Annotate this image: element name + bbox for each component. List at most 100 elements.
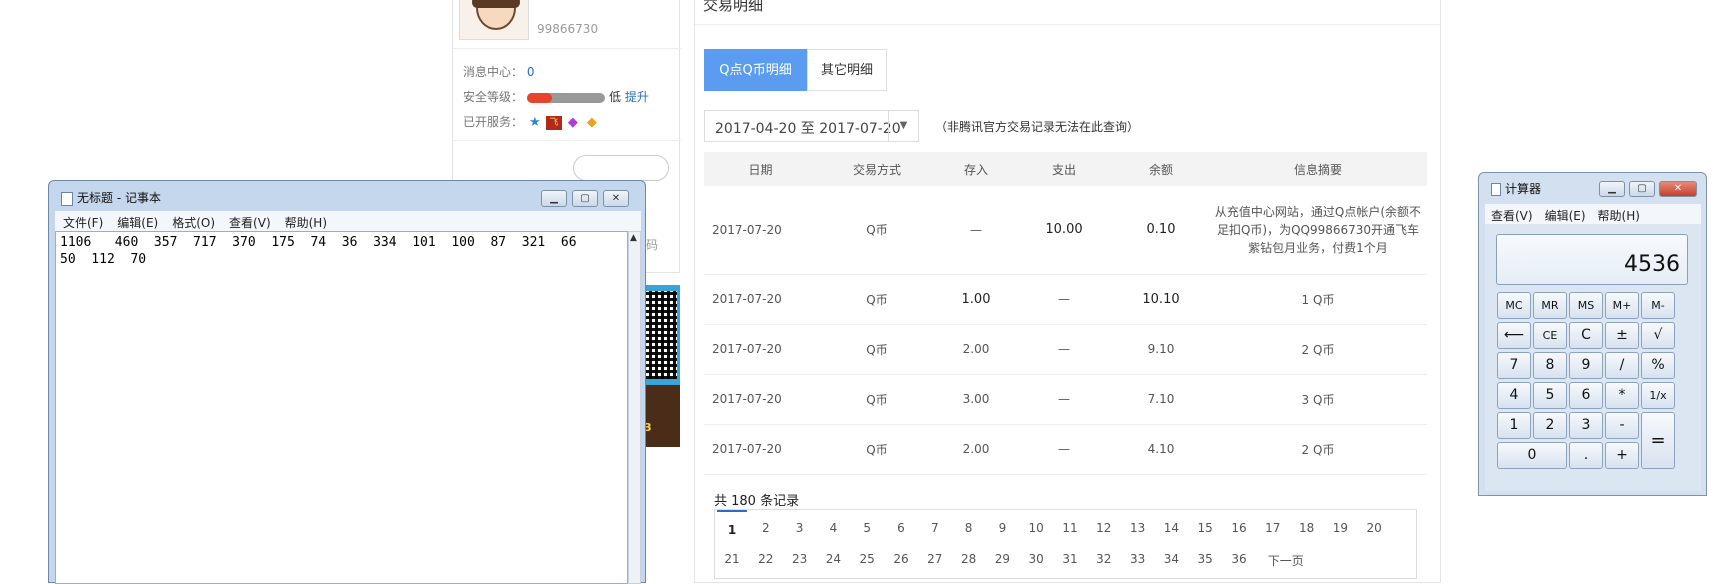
key-add[interactable]: + — [1605, 442, 1639, 469]
page-link-31[interactable]: 31 — [1055, 552, 1085, 566]
page-link-14[interactable]: 14 — [1156, 510, 1186, 535]
page-link-30[interactable]: 30 — [1021, 552, 1051, 566]
menu-format[interactable]: 格式(O) — [164, 211, 221, 231]
key-9[interactable]: 9 — [1569, 352, 1603, 379]
page-link-24[interactable]: 24 — [818, 552, 848, 566]
page-link-5[interactable]: 5 — [852, 510, 882, 535]
page-link-11[interactable]: 11 — [1055, 510, 1085, 535]
page-link-20[interactable]: 20 — [1359, 510, 1389, 535]
scroll-up-icon[interactable]: ▲ — [630, 233, 637, 243]
next-page-link[interactable]: 下一页 — [1264, 552, 1308, 569]
page-link-27[interactable]: 27 — [920, 552, 950, 566]
key-clear[interactable]: C — [1569, 322, 1603, 349]
page-link-12[interactable]: 12 — [1089, 510, 1119, 535]
page-link-3[interactable]: 3 — [785, 510, 815, 535]
key-ms[interactable]: MS — [1569, 292, 1603, 319]
minimize-icon[interactable]: ▁ — [541, 190, 567, 207]
chevron-down-icon[interactable]: ▼ — [888, 111, 918, 141]
page-link-32[interactable]: 32 — [1089, 552, 1119, 566]
key-divide[interactable]: / — [1605, 352, 1639, 379]
key-percent[interactable]: % — [1641, 352, 1675, 379]
page-link-19[interactable]: 19 — [1325, 510, 1355, 535]
key-1[interactable]: 1 — [1497, 412, 1531, 439]
key-reciprocal[interactable]: 1/x — [1641, 382, 1675, 409]
minimize-icon[interactable]: ▁ — [1599, 181, 1625, 197]
key-negate[interactable]: ± — [1605, 322, 1639, 349]
key-6[interactable]: 6 — [1569, 382, 1603, 409]
key-mr[interactable]: MR — [1533, 292, 1567, 319]
racing-car-icon[interactable]: 飞 — [545, 115, 562, 130]
security-improve-link[interactable]: 提升 — [625, 90, 649, 104]
yellow-diamond-icon[interactable]: ◆ — [584, 115, 600, 130]
key-7[interactable]: 7 — [1497, 352, 1531, 379]
avatar[interactable] — [459, 0, 529, 40]
menu-view[interactable]: 查看(V) — [1485, 204, 1539, 224]
key-4[interactable]: 4 — [1497, 382, 1531, 409]
menu-view[interactable]: 查看(V) — [221, 211, 277, 231]
page-link-23[interactable]: 23 — [785, 552, 815, 566]
page-link-2[interactable]: 2 — [751, 510, 781, 535]
page-link-1[interactable]: 1 — [717, 510, 747, 537]
key-equals[interactable]: = — [1641, 412, 1675, 469]
page-link-33[interactable]: 33 — [1123, 552, 1153, 566]
page-link-26[interactable]: 26 — [886, 552, 916, 566]
notepad-titlebar[interactable]: 无标题 - 记事本 — [61, 189, 161, 206]
qr-code-ad[interactable]: 3 — [640, 285, 680, 447]
page-link-18[interactable]: 18 — [1292, 510, 1322, 535]
menu-edit[interactable]: 编辑(E) — [1539, 204, 1592, 224]
purple-diamond-icon[interactable]: ◆ — [565, 115, 581, 130]
date-range-select[interactable]: 2017-04-20 至 2017-07-20 ▼ — [704, 110, 919, 142]
page-link-36[interactable]: 36 — [1224, 552, 1254, 566]
page-link-4[interactable]: 4 — [818, 510, 848, 535]
notepad-text-area[interactable]: 1106 460 357 717 370 175 74 36 334 101 1… — [55, 231, 628, 584]
profile-action-button[interactable] — [573, 155, 669, 181]
key-8[interactable]: 8 — [1533, 352, 1567, 379]
key-mc[interactable]: MC — [1497, 292, 1531, 319]
page-link-16[interactable]: 16 — [1224, 510, 1254, 535]
column-header: 余额 — [1113, 152, 1209, 186]
vertical-scrollbar[interactable]: ▲ — [628, 231, 641, 584]
page-link-35[interactable]: 35 — [1190, 552, 1220, 566]
message-count-link[interactable]: 0 — [527, 65, 535, 79]
key-m-plus[interactable]: M+ — [1605, 292, 1639, 319]
page-link-8[interactable]: 8 — [954, 510, 984, 535]
key-5[interactable]: 5 — [1533, 382, 1567, 409]
key-backspace[interactable]: ⟵ — [1497, 322, 1531, 349]
tab-other-details[interactable]: 其它明细 — [807, 49, 887, 91]
key-ce[interactable]: CE — [1533, 322, 1567, 349]
page-link-15[interactable]: 15 — [1190, 510, 1220, 535]
key-decimal[interactable]: . — [1569, 442, 1603, 469]
key-m-minus[interactable]: M- — [1641, 292, 1675, 319]
close-icon[interactable]: ✕ — [603, 190, 629, 207]
column-header: 交易方式 — [817, 152, 937, 186]
page-link-25[interactable]: 25 — [852, 552, 882, 566]
page-link-9[interactable]: 9 — [987, 510, 1017, 535]
page-link-34[interactable]: 34 — [1156, 552, 1186, 566]
key-2[interactable]: 2 — [1533, 412, 1567, 439]
menu-help[interactable]: 帮助(H) — [1592, 204, 1646, 224]
page-link-28[interactable]: 28 — [954, 552, 984, 566]
page-link-7[interactable]: 7 — [920, 510, 950, 535]
menu-edit[interactable]: 编辑(E) — [109, 211, 164, 231]
key-0[interactable]: 0 — [1497, 442, 1567, 469]
key-sqrt[interactable]: √ — [1641, 322, 1675, 349]
page-link-22[interactable]: 22 — [751, 552, 781, 566]
page-link-6[interactable]: 6 — [886, 510, 916, 535]
menu-file[interactable]: 文件(F) — [55, 211, 109, 231]
key-multiply[interactable]: * — [1605, 382, 1639, 409]
tab-qpoint-qcoin[interactable]: Q点Q币明细 — [704, 49, 807, 91]
key-3[interactable]: 3 — [1569, 412, 1603, 439]
page-link-21[interactable]: 21 — [717, 552, 747, 566]
page-link-17[interactable]: 17 — [1258, 510, 1288, 535]
menu-help[interactable]: 帮助(H) — [277, 211, 333, 231]
maximize-icon[interactable]: ▢ — [1629, 181, 1655, 197]
blue-diamond-icon[interactable]: ★ — [527, 115, 543, 130]
calculator-titlebar[interactable]: 计算器 — [1491, 180, 1541, 197]
page-link-10[interactable]: 10 — [1021, 510, 1051, 535]
maximize-icon[interactable]: ▢ — [572, 190, 598, 207]
notepad-menubar: 文件(F) 编辑(E) 格式(O) 查看(V) 帮助(H) — [55, 211, 641, 231]
close-icon[interactable]: ✕ — [1659, 181, 1697, 197]
page-link-13[interactable]: 13 — [1123, 510, 1153, 535]
page-link-29[interactable]: 29 — [987, 552, 1017, 566]
key-subtract[interactable]: - — [1605, 412, 1639, 439]
